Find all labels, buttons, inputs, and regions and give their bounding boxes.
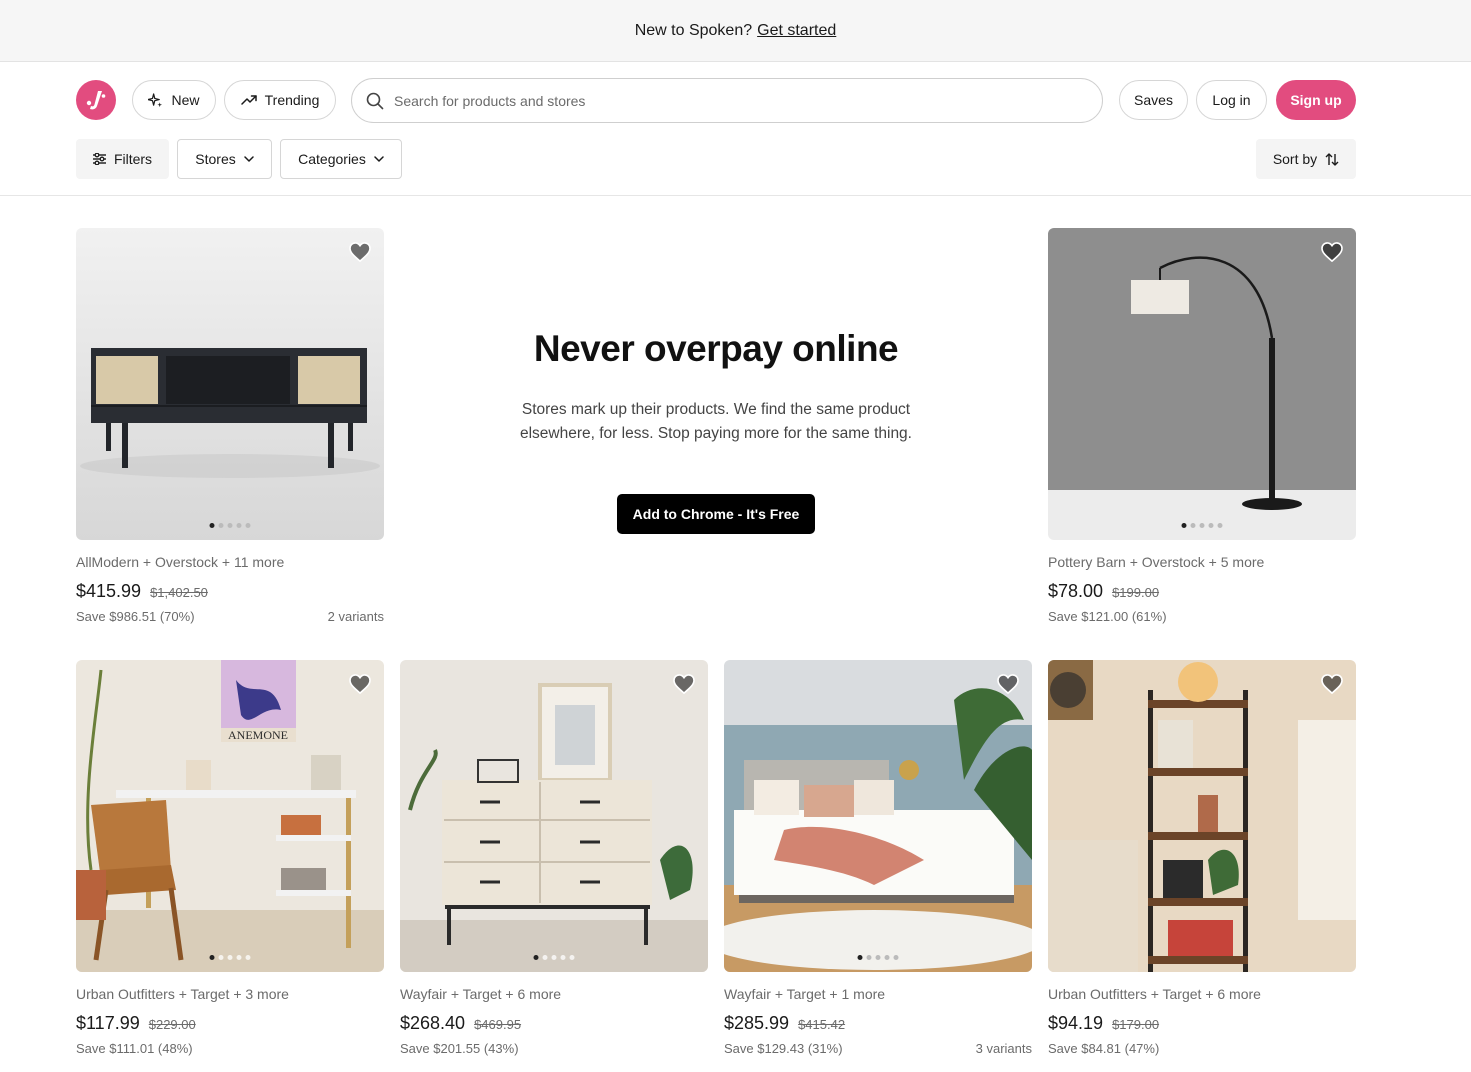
trending-button[interactable]: Trending xyxy=(224,80,336,120)
product-original-price: $469.95 xyxy=(474,1017,522,1032)
signup-button[interactable]: Sign up xyxy=(1276,80,1356,120)
image-carousel-dots[interactable] xyxy=(857,955,899,960)
product-stores[interactable]: Wayfair + Target + 6 more xyxy=(400,986,708,1002)
product-price: $78.00 xyxy=(1048,581,1104,601)
dresser-image xyxy=(400,660,708,972)
signup-label: Sign up xyxy=(1290,92,1342,108)
media-console-image xyxy=(76,228,384,540)
heart-icon[interactable] xyxy=(673,674,695,694)
product-card[interactable]: Wayfair + Target + 6 more $268.40 $469.95… xyxy=(400,660,708,1056)
chevron-down-icon xyxy=(374,156,384,162)
top-banner: New to Spoken? Get started xyxy=(0,0,1471,62)
image-carousel-dots[interactable] xyxy=(1181,523,1223,528)
heart-icon[interactable] xyxy=(349,242,371,262)
stores-label: Stores xyxy=(195,151,236,167)
heart-icon[interactable] xyxy=(1321,674,1343,694)
product-card[interactable]: Pottery Barn + Overstock + 5 more $78.00… xyxy=(1048,228,1356,624)
categories-label: Categories xyxy=(298,151,366,167)
chevron-down-icon xyxy=(243,156,254,162)
spoken-logo[interactable] xyxy=(76,80,116,120)
new-label: New xyxy=(171,92,200,108)
promo-body: Stores mark up their products. We find t… xyxy=(519,401,912,442)
sort-label: Sort by xyxy=(1272,151,1318,167)
new-button[interactable]: New xyxy=(132,80,216,120)
product-original-price: $1,402.50 xyxy=(150,585,208,600)
product-card[interactable]: Urban Outfitters + Target + 6 more $94.1… xyxy=(1048,660,1356,1056)
product-stores[interactable]: Pottery Barn + Overstock + 5 more xyxy=(1048,554,1356,570)
trending-label: Trending xyxy=(264,92,320,108)
svg-text:ANEMONE: ANEMONE xyxy=(228,728,288,742)
product-price: $268.40 xyxy=(400,1013,466,1033)
product-original-price: $415.42 xyxy=(798,1017,846,1032)
product-card[interactable]: Wayfair + Target + 1 more $285.99 $415.42… xyxy=(724,660,1032,1056)
product-stores[interactable]: AllModern + Overstock + 11 more xyxy=(76,554,384,570)
product-image[interactable] xyxy=(1048,660,1356,972)
image-carousel-dots[interactable] xyxy=(209,955,251,960)
product-variants: 3 variants xyxy=(975,1041,1032,1056)
image-carousel-dots[interactable] xyxy=(209,523,251,528)
sliders-icon xyxy=(92,153,106,165)
categories-dropdown[interactable]: Categories xyxy=(280,139,402,179)
product-image[interactable] xyxy=(400,660,708,972)
product-variants: 2 variants xyxy=(327,609,384,624)
search-icon xyxy=(366,92,384,109)
sort-button[interactable]: Sort by xyxy=(1256,139,1356,179)
heart-icon[interactable] xyxy=(349,674,371,694)
product-stores[interactable]: Urban Outfitters + Target + 3 more xyxy=(76,986,384,1002)
product-price: $117.99 xyxy=(76,1013,140,1033)
product-original-price: $229.00 xyxy=(148,1017,196,1032)
add-to-chrome-button[interactable]: Add to Chrome - It's Free xyxy=(616,494,816,534)
product-price: $94.19 xyxy=(1048,1013,1104,1033)
banner-text: New to Spoken? xyxy=(634,21,753,39)
product-image[interactable]: ANEMONE xyxy=(76,660,384,972)
product-price: $285.99 xyxy=(724,1013,790,1033)
product-card[interactable]: AllModern + Overstock + 11 more $415.99 $… xyxy=(76,228,384,624)
sparkle-icon xyxy=(148,92,163,107)
product-original-price: $179.00 xyxy=(1112,1017,1160,1032)
product-image[interactable] xyxy=(76,228,384,540)
product-price: $415.99 xyxy=(76,581,142,601)
bookshelf-image xyxy=(1048,660,1356,972)
promo-section: Never overpay online Stores mark up thei… xyxy=(420,228,1012,534)
product-stores[interactable]: Urban Outfitters + Target + 6 more xyxy=(1048,986,1356,1002)
get-started-link[interactable]: Get started xyxy=(757,22,836,40)
product-savings: Save $986.51 (70%) xyxy=(76,609,195,624)
heart-icon[interactable] xyxy=(997,674,1019,694)
product-image[interactable] xyxy=(1048,228,1356,540)
saves-label: Saves xyxy=(1134,92,1173,108)
login-label: Log in xyxy=(1212,92,1251,108)
filters-button[interactable]: Filters xyxy=(76,139,169,179)
floor-lamp-image xyxy=(1048,228,1356,540)
product-stores[interactable]: Wayfair + Target + 1 more xyxy=(724,986,1032,1002)
product-savings: Save $201.55 (43%) xyxy=(400,1041,519,1056)
promo-title: Never overpay online xyxy=(533,328,899,369)
logo-mark-icon xyxy=(86,91,106,110)
search-input[interactable] xyxy=(394,92,1044,109)
image-carousel-dots[interactable] xyxy=(533,955,575,960)
bed-image xyxy=(724,660,1032,972)
sort-arrows-icon xyxy=(1325,152,1339,166)
stores-dropdown[interactable]: Stores xyxy=(177,139,272,179)
saves-button[interactable]: Saves xyxy=(1119,80,1188,120)
header-divider xyxy=(0,195,1471,196)
search-bar[interactable] xyxy=(351,78,1103,123)
heart-icon[interactable] xyxy=(1321,242,1343,262)
product-original-price: $199.00 xyxy=(1112,585,1160,600)
product-card[interactable]: ANEMONE Urban Outfitters + Target + 3 mo… xyxy=(76,660,384,1056)
filters-label: Filters xyxy=(113,151,153,167)
login-button[interactable]: Log in xyxy=(1196,80,1267,120)
product-savings: Save $129.43 (31%) xyxy=(724,1041,843,1056)
trending-up-icon xyxy=(240,95,257,105)
product-savings: Save $111.01 (48%) xyxy=(76,1041,193,1056)
product-savings: Save $121.00 (61%) xyxy=(1048,609,1167,624)
product-image[interactable] xyxy=(724,660,1032,972)
product-savings: Save $84.81 (47%) xyxy=(1048,1041,1160,1056)
desk-image: ANEMONE xyxy=(76,660,384,972)
